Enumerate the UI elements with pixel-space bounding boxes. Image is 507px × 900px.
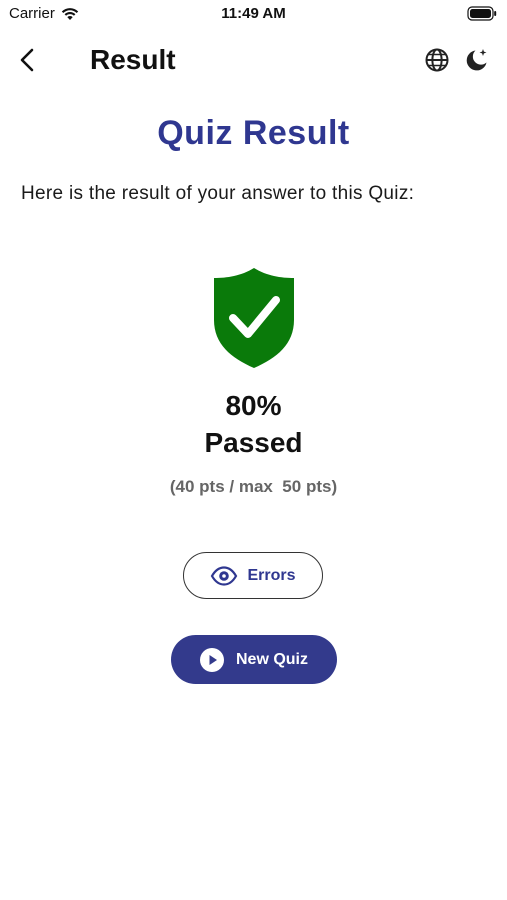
eye-icon <box>210 565 238 586</box>
score-percent: 80% <box>225 390 282 421</box>
nav-actions <box>423 46 491 74</box>
new-quiz-button[interactable]: New Quiz <box>171 635 337 684</box>
score-points: (40 pts / max 50 pts) <box>169 477 338 496</box>
quiz-result-heading: Quiz Result <box>157 114 350 152</box>
shield-check-icon <box>211 266 297 370</box>
score-status: Passed <box>204 427 303 458</box>
status-time: 11:49 AM <box>221 5 286 22</box>
status-bar: Carrier 11:49 AM <box>0 0 507 28</box>
new-quiz-button-label: New Quiz <box>235 650 308 668</box>
chevron-left-icon[interactable] <box>14 46 42 74</box>
globe-icon[interactable] <box>423 46 451 74</box>
page-title: Result <box>90 44 176 75</box>
moon-sparkle-icon[interactable] <box>463 46 491 74</box>
battery-icon <box>467 6 497 26</box>
play-circle-icon <box>199 647 224 672</box>
result-intro-text: Here is the result of your answer to thi… <box>21 183 415 204</box>
errors-button[interactable]: Errors <box>183 552 323 599</box>
errors-button-label: Errors <box>247 566 296 584</box>
nav-bar: Result <box>0 36 507 84</box>
